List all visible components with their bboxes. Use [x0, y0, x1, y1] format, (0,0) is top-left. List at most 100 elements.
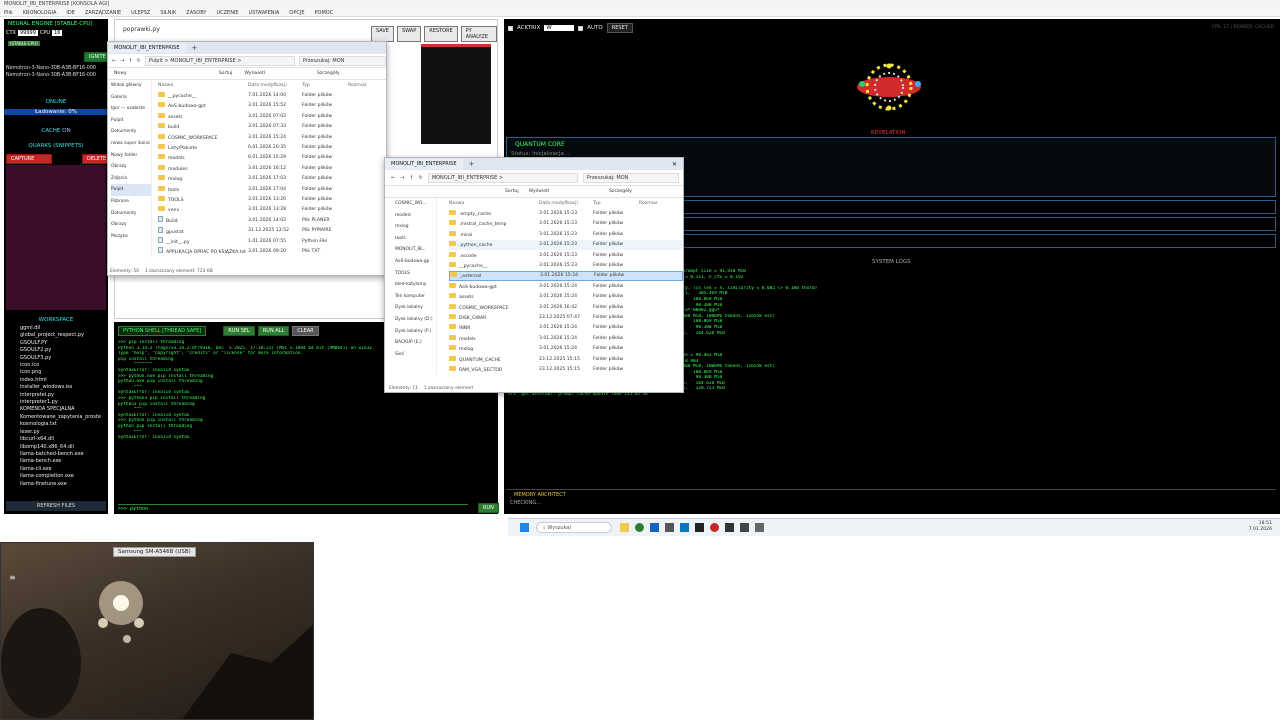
- nav-item[interactable]: nowa super ikona: [111, 138, 151, 150]
- nav-item[interactable]: Obrazy: [111, 161, 151, 173]
- taskbar-search[interactable]: ⌕ Wyszukaj: [536, 522, 612, 533]
- refresh-icon[interactable]: ↻: [419, 175, 423, 181]
- search-input[interactable]: Przeszukaj: MON: [582, 172, 679, 183]
- capture-button[interactable]: CAPTURE: [6, 154, 52, 164]
- nav-item[interactable]: COSMIC_WO...: [395, 198, 436, 210]
- nav-item[interactable]: Ten komputer: [395, 291, 436, 303]
- nav-item[interactable]: MONOLIT_IB...: [395, 244, 436, 256]
- table-row[interactable]: QUANTUM_CACHE 23.12.2025 15:15 Folder plik…: [449, 354, 683, 364]
- col-name[interactable]: Nazwa: [158, 83, 248, 88]
- nav-item[interactable]: Dokumenty: [111, 126, 151, 138]
- sort-button[interactable]: Sortuj: [219, 71, 233, 76]
- table-row-selected[interactable]: _external 3.01.2026 15:24 Folder plików: [449, 270, 683, 282]
- ctx-input[interactable]: 99999: [17, 30, 38, 36]
- run-sel-button[interactable]: RUN SEL: [223, 326, 255, 336]
- nav-item[interactable]: TOOLS: [395, 268, 436, 280]
- up-icon[interactable]: ↑: [409, 175, 413, 181]
- list-item[interactable]: installer_windows.iss: [20, 384, 106, 391]
- new-button[interactable]: Nowy: [114, 71, 127, 76]
- menu-item-plik[interactable]: Plik: [4, 10, 13, 16]
- details-button[interactable]: Szczegóły: [609, 189, 632, 194]
- start-icon[interactable]: [520, 523, 529, 532]
- table-row[interactable]: .mirai 3.01.2026 15:23 Folder plików: [449, 229, 683, 239]
- app-icon[interactable]: [710, 523, 719, 532]
- menu-icon[interactable]: ≡: [9, 573, 16, 582]
- list-item[interactable]: interpretel.py: [20, 392, 106, 399]
- view-button[interactable]: Wyświetl: [244, 71, 265, 76]
- list-item[interactable]: index.html: [20, 377, 106, 384]
- editor-filename[interactable]: poprawki.py: [123, 26, 160, 33]
- table-row[interactable]: APPLIKACJA OPRAC PO KSIĄŻKA.txt 3.01.2026…: [158, 246, 386, 256]
- list-item[interactable]: KOMENDA SPECJALNA: [20, 406, 106, 413]
- nav-item[interactable]: Galeria: [111, 92, 151, 104]
- table-row[interactable]: venv 3.01.2026 13:28 Folder plików: [158, 205, 386, 215]
- address-bar[interactable]: MONOLIT_IBI_ENTERPRISE >: [427, 172, 578, 183]
- nav-item[interactable]: Dysk lokalny: [395, 302, 436, 314]
- back-icon[interactable]: ←: [391, 175, 395, 181]
- col-name[interactable]: Nazwa: [449, 201, 539, 206]
- table-row[interactable]: .python_cache 3.01.2026 15:23 Folder plikó…: [449, 239, 683, 250]
- quarks-list[interactable]: [6, 165, 106, 310]
- auto-checkbox[interactable]: [578, 25, 584, 31]
- table-row[interactable]: tools 3.01.2026 17:04 Folder plików: [158, 184, 386, 194]
- list-item[interactable]: Komentowane_zapytania_proste: [20, 414, 106, 421]
- up-icon[interactable]: ↑: [128, 58, 132, 64]
- table-row[interactable]: AoS-budowa-gpt 3.01.2026 15:52 Folder plik…: [158, 101, 386, 111]
- table-row[interactable]: assets 3.01.2026 07:02 Folder plików: [158, 111, 386, 121]
- save-button[interactable]: SAVE: [371, 26, 394, 42]
- menu-item-ide[interactable]: IDE: [66, 10, 74, 16]
- model-item[interactable]: Nemotron-3-Nano-30B-A3B-BF16-000: [6, 72, 96, 79]
- model-item[interactable]: Nemotron-3-Nano-30B-A3B-BF16-000: [6, 65, 96, 72]
- table-row[interactable]: models 3.01.2026 15:24 Folder plików: [449, 333, 683, 343]
- forward-icon[interactable]: →: [400, 175, 404, 181]
- app-icon[interactable]: [650, 523, 659, 532]
- col-date[interactable]: Data modyfikacji: [248, 83, 302, 88]
- table-row[interactable]: Listy/Pakiete 6.01.2026 20:35 Folder plikó…: [158, 142, 386, 152]
- app-icon[interactable]: [665, 523, 674, 532]
- table-row[interactable]: build 3.01.2026 07:33 Folder plików: [158, 122, 386, 132]
- list-item[interactable]: libomp140.x86_64.dll: [20, 444, 106, 451]
- nav-item[interactable]: Pobrane: [111, 196, 151, 208]
- python-shell-input[interactable]: >>> python: [118, 504, 468, 512]
- list-item[interactable]: global_project_respect.py: [20, 332, 106, 339]
- path-segment[interactable]: Pulpit: [149, 58, 163, 64]
- explorer-app-icon[interactable]: [620, 523, 629, 532]
- table-row[interactable]: COSMIC_WORKSPACE 3.01.2026 16:42 Folder pl…: [449, 302, 683, 312]
- close-icon[interactable]: ✕: [672, 161, 677, 168]
- nav-item[interactable]: Pulpit: [111, 115, 151, 127]
- table-row[interactable]: modules 3.01.2026 16:12 Folder plików: [158, 163, 386, 173]
- nav-item[interactable]: Dysk lokalny (F:): [395, 326, 436, 338]
- table-row[interactable]: AoS-budowa-gpt 3.01.2026 15:24 Folder plik…: [449, 281, 683, 291]
- table-row[interactable]: mxlog 3.01.2026 15:24 Folder plików: [449, 343, 683, 353]
- nav-item[interactable]: Zdjęcia: [111, 173, 151, 185]
- nav-item[interactable]: BACKUP (E:): [395, 337, 436, 349]
- camera-label[interactable]: Samsung SM-A546B (USB): [113, 547, 196, 557]
- sort-button[interactable]: Sortuj: [505, 189, 519, 194]
- nav-item[interactable]: Nowy folder: [111, 150, 151, 162]
- table-row[interactable]: RAM_VGA_SECTOR 23.12.2025 15:15 Folder pli…: [449, 364, 683, 374]
- table-row[interactable]: assets 3.01.2026 15:24 Folder plików: [449, 292, 683, 302]
- table-row[interactable]: DISK_GWAR 23.12.2025 07:47 Folder plików: [449, 312, 683, 322]
- list-item[interactable]: interpreter1.py: [20, 399, 106, 406]
- menu-item-kronologia[interactable]: KRONOLOGIA: [23, 10, 57, 16]
- address-bar[interactable]: Pulpit > MONOLIT_IBI_ENTERPRISE >: [144, 55, 295, 66]
- refresh-files-button[interactable]: REFRESH FILES: [6, 501, 106, 511]
- details-button[interactable]: Szczegóły: [317, 71, 340, 76]
- nav-item[interactable]: Widok główny: [111, 80, 151, 92]
- list-item[interactable]: lexer.py: [20, 429, 106, 436]
- menu-item-ustawienia[interactable]: USTAWIENIA: [249, 10, 280, 16]
- nav-item[interactable]: mxlog: [395, 221, 436, 233]
- list-item[interactable]: llama-bench.exe: [20, 458, 106, 465]
- search-input[interactable]: Przeszukaj: MON: [298, 55, 386, 66]
- run-all-button[interactable]: RUN ALL: [257, 326, 290, 336]
- table-row[interactable]: .vscode 3.01.2026 15:23 Folder plików: [449, 250, 683, 260]
- menu-item-opcje[interactable]: OPCJE: [289, 10, 304, 16]
- refresh-icon[interactable]: ↻: [137, 58, 141, 64]
- app-icon[interactable]: [725, 523, 734, 532]
- nav-item[interactable]: tools: [395, 233, 436, 245]
- menu-item-silnik[interactable]: SILNIK: [160, 10, 176, 16]
- list-item[interactable]: ggml.dll: [20, 325, 106, 332]
- list-item[interactable]: icon.ico: [20, 362, 106, 369]
- menu-item-zarzadzanie[interactable]: ZARZĄDZANIE: [85, 10, 121, 16]
- app-icon[interactable]: [680, 523, 689, 532]
